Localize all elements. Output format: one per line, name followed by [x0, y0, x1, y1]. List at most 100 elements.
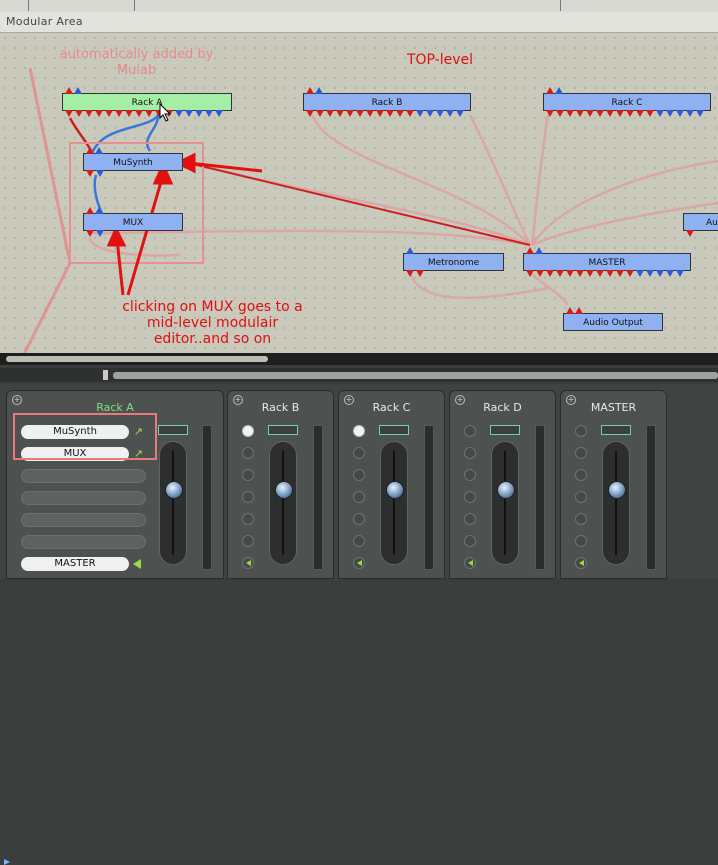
module-rack-b[interactable]: Rack B — [303, 87, 471, 117]
speaker-icon[interactable] — [575, 557, 587, 569]
level-display — [601, 425, 631, 435]
module-label: MASTER — [588, 258, 626, 268]
speaker-icon[interactable] — [242, 557, 254, 569]
slot-indicator[interactable] — [575, 491, 587, 503]
fader-knob[interactable] — [386, 481, 404, 499]
module-rack-c[interactable]: Rack C — [543, 87, 711, 117]
level-meter — [313, 425, 323, 570]
output-label: MASTER — [54, 558, 96, 569]
slot-indicator[interactable] — [242, 491, 254, 503]
wire — [88, 237, 181, 257]
fader-track — [615, 451, 617, 555]
module-master[interactable]: MASTER — [523, 247, 691, 277]
speaker-icon[interactable] — [353, 557, 365, 569]
slot-indicator[interactable] — [464, 535, 476, 547]
level-meter — [646, 425, 656, 570]
fader-track — [504, 451, 506, 555]
slot-indicator[interactable] — [353, 513, 365, 525]
slot-indicator[interactable] — [464, 513, 476, 525]
level-display — [268, 425, 298, 435]
annotation-arrow — [187, 161, 263, 173]
slot-indicator[interactable] — [242, 535, 254, 547]
speaker-icon[interactable] — [464, 557, 476, 569]
scroll-track[interactable] — [113, 372, 718, 379]
slot-indicator[interactable] — [242, 513, 254, 525]
speaker-icon[interactable] — [133, 559, 141, 569]
strip-title: Rack C — [372, 401, 411, 414]
module-rack-a[interactable]: Rack A — [62, 87, 232, 117]
area-title: Modular Area — [6, 15, 83, 28]
slot-indicator[interactable] — [353, 491, 365, 503]
slot-indicator[interactable] — [575, 535, 587, 547]
module-label: Rack C — [611, 98, 643, 108]
slot-indicator[interactable] — [242, 447, 254, 459]
level-display — [158, 425, 188, 435]
level-meter — [424, 425, 434, 570]
slot-indicator[interactable] — [464, 491, 476, 503]
slot-indicator[interactable] — [464, 447, 476, 459]
selected-row-marker — [4, 859, 10, 865]
slot-indicator[interactable] — [353, 535, 365, 547]
strip-title: Rack B — [261, 401, 300, 414]
auto-added-note: automatically added by Mulab — [59, 47, 214, 78]
slot-indicator[interactable] — [575, 513, 587, 525]
slot-indicator[interactable] — [353, 425, 365, 437]
module-mux[interactable]: MUX — [83, 207, 183, 237]
module-label: Rack B — [371, 98, 403, 108]
callout-line — [22, 262, 72, 353]
module-audio-output[interactable]: Audio Output — [563, 307, 663, 331]
slot-indicator[interactable] — [242, 425, 254, 437]
slot-indicator[interactable] — [464, 469, 476, 481]
fader-track — [393, 451, 395, 555]
module-rack-partial[interactable]: Au — [683, 213, 718, 237]
slot-indicator[interactable] — [353, 469, 365, 481]
mixer-strip-rack-c: + Rack C — [338, 390, 445, 579]
module-label: MuSynth — [113, 158, 153, 168]
canvas-scrollbar[interactable] — [0, 353, 718, 365]
empty-slot[interactable] — [21, 535, 146, 549]
arrowhead — [106, 225, 127, 247]
scrollbar-thumb[interactable] — [6, 356, 268, 362]
mixer-strip-rack-d: + Rack D — [449, 390, 556, 579]
module-label: Metronome — [427, 258, 480, 268]
slot-indicator[interactable] — [575, 447, 587, 459]
mux-note: clicking on MUX goes to a mid-level modu… — [122, 299, 303, 347]
scroll-marker[interactable] — [103, 370, 108, 380]
fader-track — [172, 451, 174, 555]
top-level-label: TOP-level — [406, 52, 474, 68]
fader-knob[interactable] — [165, 481, 183, 499]
fader-knob[interactable] — [497, 481, 515, 499]
module-label: Rack A — [131, 98, 163, 108]
slot-indicator[interactable] — [575, 469, 587, 481]
fader-knob[interactable] — [608, 481, 626, 499]
annotation-arrow — [126, 174, 165, 296]
level-display — [379, 425, 409, 435]
module-metronome[interactable]: Metronome — [403, 247, 504, 277]
empty-slot[interactable] — [21, 469, 146, 483]
empty-slot[interactable] — [21, 491, 146, 505]
strip-title: Rack D — [483, 401, 522, 414]
level-display — [490, 425, 520, 435]
level-meter — [202, 425, 212, 570]
wire — [530, 114, 550, 246]
modular-canvas[interactable]: automatically added by Mulab TOP-level c… — [0, 33, 718, 353]
fader-track — [282, 451, 284, 555]
slot-indicator[interactable] — [464, 425, 476, 437]
mixer-scrollbar[interactable] — [0, 368, 718, 382]
output-slot[interactable]: MASTER — [21, 557, 141, 571]
module-label: MUX — [122, 218, 144, 228]
slot-indicator[interactable] — [353, 447, 365, 459]
modular-area-header: Modular Area — [0, 12, 718, 33]
level-meter — [535, 425, 545, 570]
mixer-strip-rack-b: + Rack B — [227, 390, 334, 579]
slot-indicator[interactable] — [242, 469, 254, 481]
wire — [310, 114, 531, 246]
annotation-arrow — [115, 238, 125, 296]
fader-knob[interactable] — [275, 481, 293, 499]
module-label: Audio Output — [583, 318, 643, 328]
slot-indicator[interactable] — [575, 425, 587, 437]
empty-slot[interactable] — [21, 513, 146, 527]
ruler-tick — [560, 0, 561, 11]
module-musynth[interactable]: MuSynth — [83, 147, 183, 177]
mixer-strip-master: + MASTER — [560, 390, 667, 579]
